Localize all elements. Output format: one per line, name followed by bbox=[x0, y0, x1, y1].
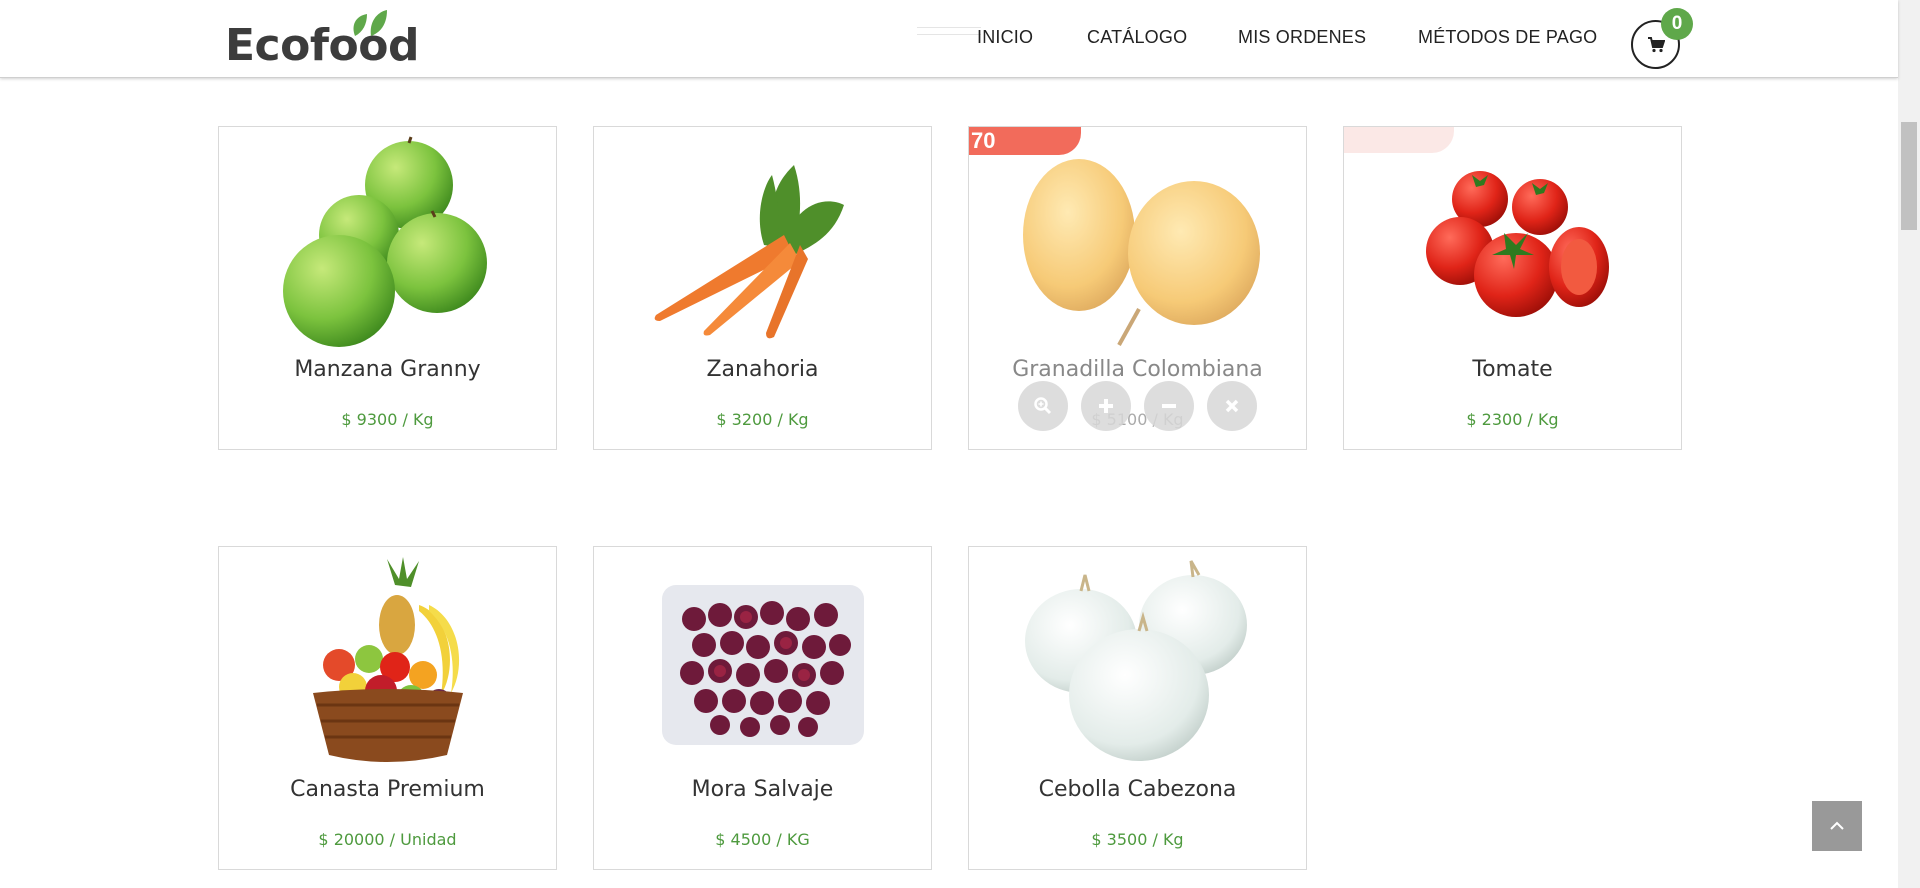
product-image-onions[interactable] bbox=[969, 555, 1306, 771]
product-price: $ 2300 / Kg bbox=[1466, 410, 1559, 429]
product-card[interactable]: Manzana Granny $ 9300 / Kg bbox=[218, 126, 557, 450]
product-price: $ 3200 / Kg bbox=[716, 410, 809, 429]
shopping-cart-icon bbox=[1647, 36, 1665, 52]
product-name[interactable]: Zanahoria bbox=[594, 357, 931, 382]
back-to-top-button[interactable] bbox=[1812, 801, 1862, 851]
nav-metodos-de-pago[interactable]: MÉTODOS DE PAGO bbox=[1418, 27, 1597, 51]
nav-catalogo[interactable]: CATÁLOGO bbox=[1087, 27, 1187, 51]
product-image-fruit-basket[interactable] bbox=[219, 555, 556, 771]
product-card[interactable]: Tomate $ 2300 / Kg bbox=[1343, 126, 1682, 450]
product-image-tomatoes[interactable] bbox=[1344, 135, 1681, 351]
product-image-blackberries[interactable] bbox=[594, 555, 931, 771]
site-header: Ecofood INICIO CATÁLOGO MIS ORDENES MÉTO… bbox=[0, 0, 1898, 78]
product-price: $ 9300 / Kg bbox=[341, 410, 434, 429]
discount-badge: 70 bbox=[969, 127, 1081, 155]
product-name[interactable]: Granadilla Colombiana bbox=[969, 357, 1306, 382]
cart-count-badge: 0 bbox=[1661, 8, 1693, 40]
nav-mis-ordenes[interactable]: MIS ORDENES bbox=[1238, 27, 1366, 51]
close-icon[interactable] bbox=[1207, 381, 1257, 431]
product-card[interactable]: Cebolla Cabezona $ 3500 / Kg bbox=[968, 546, 1307, 870]
product-price: $ 4500 / KG bbox=[715, 830, 810, 849]
zoom-icon[interactable] bbox=[1018, 381, 1068, 431]
product-image-granadilla[interactable] bbox=[969, 135, 1306, 351]
chevron-up-icon bbox=[1830, 821, 1844, 830]
product-card[interactable]: Mora Salvaje $ 4500 / KG bbox=[593, 546, 932, 870]
leaf-icon bbox=[353, 10, 387, 36]
plus-icon[interactable] bbox=[1081, 381, 1131, 431]
product-name[interactable]: Cebolla Cabezona bbox=[969, 777, 1306, 802]
product-price: $ 3500 / Kg bbox=[1091, 830, 1184, 849]
product-card[interactable]: 70 Granadilla Colombiana $ 5100 / Kg bbox=[968, 126, 1307, 450]
brand-logo[interactable]: Ecofood bbox=[225, 10, 419, 71]
product-image-apples[interactable] bbox=[219, 135, 556, 351]
product-name[interactable]: Mora Salvaje bbox=[594, 777, 931, 802]
product-name[interactable]: Tomate bbox=[1344, 357, 1681, 382]
product-price: $ 20000 / Unidad bbox=[318, 830, 457, 849]
scrollbar-thumb[interactable] bbox=[1901, 122, 1917, 230]
brand-name: Ecofood bbox=[225, 20, 419, 71]
product-card[interactable]: Canasta Premium $ 20000 / Unidad bbox=[218, 546, 557, 870]
product-name[interactable]: Canasta Premium bbox=[219, 777, 556, 802]
product-image-carrots[interactable] bbox=[594, 135, 931, 351]
minus-icon[interactable] bbox=[1144, 381, 1194, 431]
product-name[interactable]: Manzana Granny bbox=[219, 357, 556, 382]
nav-decoration bbox=[917, 27, 981, 35]
product-card[interactable]: Zanahoria $ 3200 / Kg bbox=[593, 126, 932, 450]
nav-inicio[interactable]: INICIO bbox=[977, 27, 1033, 51]
